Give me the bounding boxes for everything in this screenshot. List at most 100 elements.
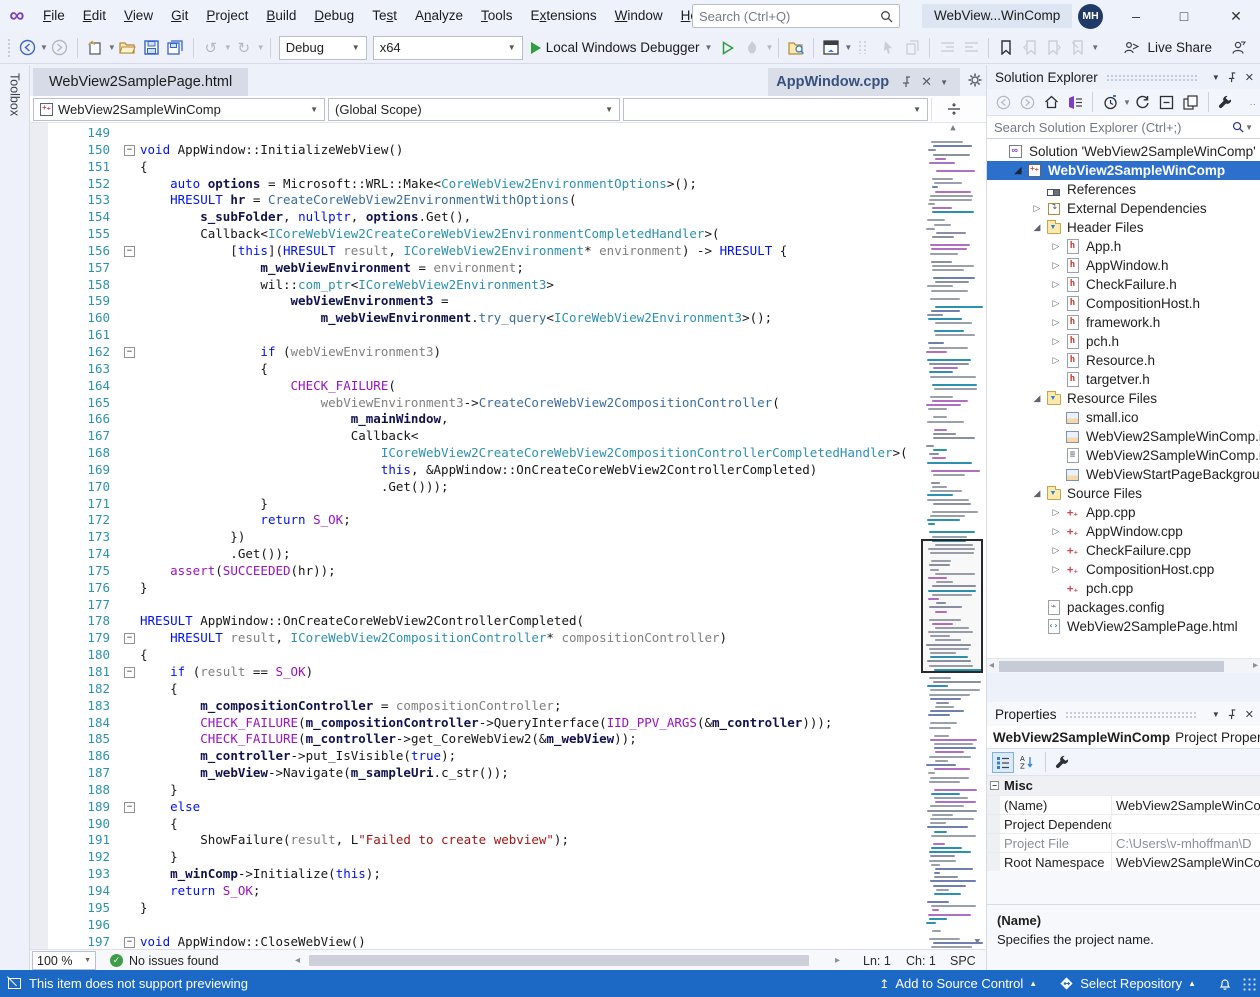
feedback-person-icon[interactable] xyxy=(1227,35,1249,61)
add-to-source-control-button[interactable]: ↥ Add to Source Control ▲ xyxy=(879,976,1037,991)
code-line[interactable]: 196 xyxy=(48,917,916,934)
code-line[interactable]: 197−void AppWindow::CloseWebView() xyxy=(48,934,916,950)
search-input[interactable]: Search (Ctrl+Q) xyxy=(692,4,900,28)
categorized-view-icon[interactable] xyxy=(992,752,1014,773)
tree-item-external-dependencies[interactable]: ▷External Dependencies xyxy=(987,199,1260,218)
code-line[interactable]: 165 webViewEnvironment3->CreateCoreWebVi… xyxy=(48,395,916,412)
property-pages-wrench-icon[interactable] xyxy=(1051,752,1073,773)
find-in-files-icon[interactable] xyxy=(785,35,807,61)
tree-item-pch-cpp[interactable]: +₊pch.cpp xyxy=(987,579,1260,598)
navigate-forward-icon[interactable] xyxy=(49,35,71,61)
code-line[interactable]: 159 webViewEnvironment3 = xyxy=(48,293,916,310)
home-icon[interactable] xyxy=(1040,89,1062,115)
tab-webview2samplepage[interactable]: WebView2SamplePage.html xyxy=(33,68,248,96)
property-row[interactable]: Project Dependencies xyxy=(987,814,1260,833)
split-editor-icon[interactable] xyxy=(931,98,975,121)
tree-item-solution-webview2samplewincomp-1-of[interactable]: Solution 'WebView2SampleWinComp' (1 of xyxy=(987,142,1260,161)
expander-icon[interactable]: ▷ xyxy=(1048,298,1064,309)
code-line[interactable]: 186 m_controller->put_IsVisible(true); xyxy=(48,748,916,765)
tree-item-pch-h[interactable]: ▷pch.h xyxy=(987,332,1260,351)
open-file-icon[interactable] xyxy=(117,35,139,61)
scroll-up-icon[interactable]: ▲ xyxy=(920,123,986,137)
search-options-caret-icon[interactable]: ▼ xyxy=(1245,123,1253,132)
menu-edit[interactable]: Edit xyxy=(74,0,115,32)
zoom-level-select[interactable]: 100 %▼ xyxy=(32,951,96,970)
se-horizontal-scrollbar[interactable]: ◂ ▸ xyxy=(987,658,1260,673)
expander-icon[interactable]: ▷ xyxy=(1048,260,1064,271)
code-line[interactable]: 163 { xyxy=(48,361,916,378)
start-without-debugging-icon[interactable] xyxy=(717,35,739,61)
tree-item-compositionhost-cpp[interactable]: ▷+₊CompositionHost.cpp xyxy=(987,560,1260,579)
select-repository-button[interactable]: Select Repository ▲ xyxy=(1059,976,1196,991)
code-line[interactable]: 161 xyxy=(48,327,916,344)
tab-dropdown-icon[interactable]: ▼ xyxy=(940,78,948,87)
code-line[interactable]: 175 assert(SUCCEEDED(hr)); xyxy=(48,563,916,580)
tree-item-resource-files[interactable]: ◢Resource Files xyxy=(987,389,1260,408)
code-line[interactable]: 154 s_subFolder, nullptr, options.Get(), xyxy=(48,209,916,226)
code-line[interactable]: 176} xyxy=(48,580,916,597)
window-position-caret-icon[interactable]: ▼ xyxy=(1212,710,1220,719)
property-value[interactable]: WebView2SampleWinComp xyxy=(1112,796,1260,814)
collapse-all-icon[interactable] xyxy=(1156,89,1178,115)
tree-item-resource-h[interactable]: ▷Resource.h xyxy=(987,351,1260,370)
solution-platform-select[interactable]: x64▼ xyxy=(373,36,523,60)
code-line[interactable]: 149 xyxy=(48,125,916,142)
toggle-bookmark-icon[interactable] xyxy=(995,35,1017,61)
solution-name-chip[interactable]: WebView...WinComp xyxy=(922,4,1072,28)
tree-item-checkfailure-cpp[interactable]: ▷+₊CheckFailure.cpp xyxy=(987,541,1260,560)
close-tab-icon[interactable]: ✕ xyxy=(921,74,932,90)
collapse-category-icon[interactable]: − xyxy=(990,781,999,790)
new-project-caret-icon[interactable]: ▼ xyxy=(108,43,116,52)
tree-item-small-ico[interactable]: small.ico xyxy=(987,408,1260,427)
toolbar-drag-handle[interactable] xyxy=(7,38,12,58)
back-caret-icon[interactable]: ▼ xyxy=(40,43,48,52)
code-line[interactable]: 191 ShowFailure(result, L"Failed to crea… xyxy=(48,832,916,849)
filter-caret-icon[interactable]: ▼ xyxy=(1123,98,1131,107)
menu-tools[interactable]: Tools xyxy=(472,0,522,32)
fold-collapse-icon[interactable]: − xyxy=(124,246,135,257)
code-line[interactable]: 169 this, &AppWindow::OnCreateCoreWebVie… xyxy=(48,462,916,479)
tree-item-webview2samplewincomp-ico[interactable]: WebView2SampleWinComp.ico xyxy=(987,427,1260,446)
tree-item-framework-h[interactable]: ▷framework.h xyxy=(987,313,1260,332)
new-project-icon[interactable] xyxy=(84,35,106,61)
tree-item-appwindow-h[interactable]: ▷AppWindow.h xyxy=(987,256,1260,275)
breakpoint-margin[interactable] xyxy=(30,123,48,949)
expander-icon[interactable]: ◢ xyxy=(1010,165,1026,176)
tree-item-checkfailure-h[interactable]: ▷CheckFailure.h xyxy=(987,275,1260,294)
minimize-button[interactable]: – xyxy=(1116,0,1156,32)
code-line[interactable]: 188 } xyxy=(48,782,916,799)
switch-views-icon[interactable] xyxy=(1064,89,1086,115)
solution-explorer-search[interactable]: Search Solution Explorer (Ctrl+;) ▼ xyxy=(987,116,1260,139)
expander-icon[interactable]: ▷ xyxy=(1048,564,1064,575)
scroll-right-icon[interactable]: ▸ xyxy=(1253,660,1258,671)
horizontal-scrollbar[interactable]: ◂ ▸ xyxy=(295,954,840,967)
gear-icon[interactable] xyxy=(968,73,982,87)
home-caret-icon[interactable]: ▼ xyxy=(844,43,852,52)
properties-object-select[interactable]: WebView2SampleWinComp Project Propert ▼ xyxy=(987,726,1260,749)
property-row[interactable]: (Name)WebView2SampleWinComp xyxy=(987,795,1260,814)
pin-icon[interactable] xyxy=(901,76,913,88)
menu-analyze[interactable]: Analyze xyxy=(406,0,472,32)
code-line[interactable]: 153 HRESULT hr = CreateCoreWebView2Envir… xyxy=(48,192,916,209)
close-button[interactable]: ✕ xyxy=(1216,0,1256,32)
expander-icon[interactable]: ▷ xyxy=(1029,203,1045,214)
scope-select[interactable]: (Global Scope)▼ xyxy=(328,98,620,121)
properties-wrench-icon[interactable] xyxy=(1215,89,1237,115)
menu-extensions[interactable]: Extensions xyxy=(522,0,606,32)
window-position-caret-icon[interactable]: ▼ xyxy=(1212,73,1220,82)
tree-item-source-files[interactable]: ◢Source Files xyxy=(987,484,1260,503)
code-line[interactable]: 187 m_webView->Navigate(m_sampleUri.c_st… xyxy=(48,765,916,782)
code-line[interactable]: 177 xyxy=(48,597,916,614)
tree-item-compositionhost-h[interactable]: ▷CompositionHost.h xyxy=(987,294,1260,313)
tree-item-webview2samplewincomp[interactable]: ◢WebView2SampleWinComp xyxy=(987,161,1260,180)
menu-debug[interactable]: Debug xyxy=(305,0,363,32)
expander-icon[interactable]: ▷ xyxy=(1048,545,1064,556)
expander-icon[interactable]: ▷ xyxy=(1048,507,1064,518)
start-debugging-button[interactable]: Local Windows Debugger ▼ xyxy=(530,40,713,55)
code-line[interactable]: 164 CHECK_FAILURE( xyxy=(48,378,916,395)
code-line[interactable]: 156− [this](HRESULT result, ICoreWebView… xyxy=(48,243,916,260)
code-line[interactable]: 166 m_mainWindow, xyxy=(48,411,916,428)
code-line[interactable]: 183 m_compositionController = compositio… xyxy=(48,698,916,715)
tab-appwindow[interactable]: AppWindow.cpp ✕ ▼ xyxy=(768,68,960,96)
tree-item-app-h[interactable]: ▷App.h xyxy=(987,237,1260,256)
